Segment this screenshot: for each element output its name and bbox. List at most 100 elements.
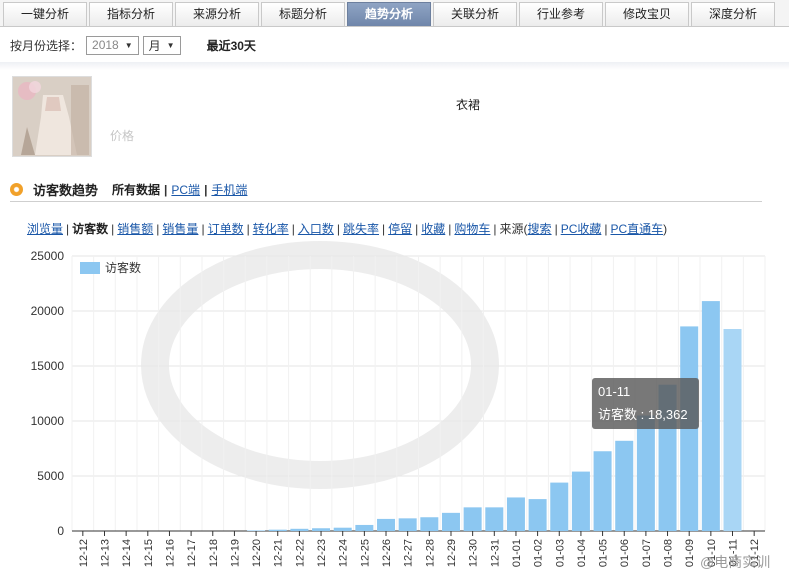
year-value: 2018 (92, 38, 119, 52)
bar (463, 507, 482, 531)
x-tick-label: 12-26 (381, 539, 393, 567)
tab-edit-item[interactable]: 修改宝贝 (605, 2, 689, 26)
brush-watermark-icon (141, 241, 499, 489)
filter-label: 按月份选择： (10, 38, 83, 53)
metric-links: 浏览量 | 访客数 | 销售额 | 销售量 | 订单数 | 转化率 | 入口数 | 跳失率 | 停留 | 收藏 | 购物… (27, 220, 667, 237)
metric-link[interactable]: 收藏 (421, 222, 445, 236)
product-photo-icon (13, 77, 91, 156)
x-tick-label: 12-27 (403, 539, 415, 567)
x-tick-label: 12-21 (273, 539, 285, 567)
chevron-down-icon: ▼ (166, 40, 175, 50)
source-link[interactable]: PC收藏 (561, 222, 602, 236)
bar (485, 507, 504, 531)
tab-trend-analysis[interactable]: 趋势分析 (347, 2, 431, 26)
filter-pc[interactable]: PC端 (171, 181, 200, 198)
bar (506, 497, 525, 531)
x-tick-label: 12-22 (294, 539, 306, 567)
separator: | (66, 222, 70, 236)
year-select[interactable]: 2018 ▼ (86, 35, 139, 55)
x-tick-label: 12-13 (99, 539, 111, 567)
tab-one-click-analysis[interactable]: 一键分析 (3, 2, 87, 26)
legend-label: 访客数 (105, 260, 141, 275)
tooltip-value: 访客数 : 18,362 (598, 407, 688, 422)
x-tick-label: 12-18 (208, 539, 220, 567)
metric-link[interactable]: 停留 (388, 222, 412, 236)
tab-association-analysis[interactable]: 关联分析 (433, 2, 517, 26)
x-tick-label: 12-14 (121, 539, 133, 567)
metric-link[interactable]: 跳失率 (343, 222, 379, 236)
chevron-down-icon: ▼ (124, 40, 133, 50)
chart-tooltip: 01-11 访客数 : 18,362 (592, 378, 699, 429)
x-tick-label: 12-15 (143, 539, 155, 567)
filter-mobile[interactable]: 手机端 (211, 181, 247, 198)
bar (398, 518, 417, 531)
bar (615, 440, 634, 531)
y-tick-label: 15000 (31, 359, 65, 373)
bar (312, 528, 331, 531)
x-tick-label: 12-28 (424, 539, 436, 567)
bar (420, 517, 439, 531)
recent-30-days[interactable]: 最近30天 (207, 37, 256, 54)
separator: | (493, 222, 497, 236)
tab-deep-analysis[interactable]: 深度分析 (691, 2, 775, 26)
separator: | (246, 222, 250, 236)
x-tick-label: 01-02 (533, 539, 545, 567)
bar (550, 482, 569, 531)
metric-link[interactable]: 入口数 (298, 222, 334, 236)
separator: | (554, 222, 558, 236)
period-select[interactable]: 月 ▼ (142, 35, 181, 55)
bar (247, 530, 266, 531)
tab-metric-analysis[interactable]: 指标分析 (89, 2, 173, 26)
metric-link[interactable]: 转化率 (253, 222, 289, 236)
bar (571, 471, 590, 531)
y-tick-label: 20000 (31, 304, 65, 318)
source-label: 来源( (499, 222, 528, 236)
x-tick-label: 12-12 (78, 539, 90, 567)
y-tick-label: 5000 (37, 469, 64, 483)
x-tick-label: 01-03 (554, 539, 566, 567)
visitor-trend-header: 访客数趋势 所有数据 | PC端 | 手机端 (10, 182, 762, 202)
bar (593, 451, 612, 531)
product-title[interactable]: 衣裙 (456, 96, 480, 113)
bar (268, 529, 287, 531)
bar (528, 499, 547, 531)
trend-analysis-page: 一键分析 指标分析 来源分析 标题分析 趋势分析 关联分析 行业参考 修改宝贝 … (0, 0, 789, 582)
metric-link[interactable]: 浏览量 (27, 222, 63, 236)
metric-link[interactable]: 销售量 (162, 222, 198, 236)
product-price: 价格 (110, 129, 135, 143)
y-tick-label: 25000 (31, 249, 65, 263)
period-value: 月 (148, 38, 161, 53)
x-tick-label: 01-06 (619, 539, 631, 567)
tab-industry-reference[interactable]: 行业参考 (519, 2, 603, 26)
tab-title-analysis[interactable]: 标题分析 (261, 2, 345, 26)
metric-link[interactable]: 销售额 (117, 222, 153, 236)
tab-source-analysis[interactable]: 来源分析 (175, 2, 259, 26)
separator: | (111, 222, 115, 236)
top-tab-bar: 一键分析 指标分析 来源分析 标题分析 趋势分析 关联分析 行业参考 修改宝贝 … (0, 0, 789, 27)
metric-link[interactable]: 订单数 (208, 222, 244, 236)
x-tick-label: 01-08 (663, 539, 675, 567)
product-thumbnail[interactable] (12, 76, 92, 157)
y-tick-label: 0 (57, 524, 64, 538)
source-link[interactable]: 搜索 (528, 222, 552, 236)
x-tick-label: 12-29 (446, 539, 458, 567)
separator: | (156, 222, 160, 236)
x-tick-label: 12-23 (316, 539, 328, 567)
filter-all-data[interactable]: 所有数据 (112, 181, 160, 198)
separator: | (201, 222, 205, 236)
separator: | (448, 222, 452, 236)
metric-link[interactable]: 购物车 (454, 222, 490, 236)
bar (290, 528, 309, 531)
metric-link[interactable]: 访客数 (72, 222, 108, 236)
section-title: 访客数趋势 (33, 183, 99, 198)
x-tick-label: 01-04 (576, 539, 588, 567)
separator: | (415, 222, 419, 236)
source-close: ) (663, 222, 668, 236)
x-tick-label: 12-24 (338, 539, 350, 567)
separator: | (164, 182, 168, 197)
source-link[interactable]: PC直通车 (610, 222, 663, 236)
y-tick-label: 10000 (31, 414, 65, 428)
bar (333, 527, 352, 531)
x-tick-label: 12-19 (229, 539, 241, 567)
x-tick-label: 01-07 (641, 539, 653, 567)
